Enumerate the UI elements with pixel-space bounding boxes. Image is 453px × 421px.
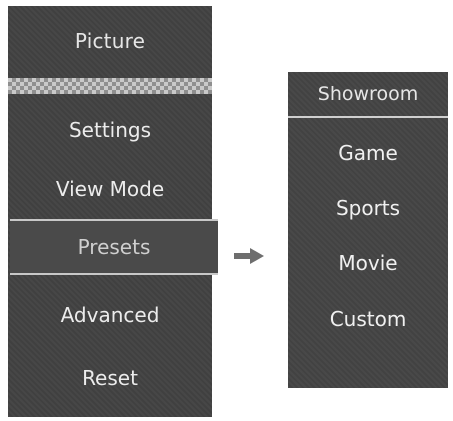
showroom-submenu-panel: Showroom Game Sports Movie Custom (288, 72, 448, 388)
submenu-item-custom[interactable]: Custom (288, 294, 448, 344)
submenu-item-game[interactable]: Game (288, 128, 448, 178)
menu-item-advanced[interactable]: Advanced (8, 287, 212, 343)
menu-item-presets[interactable]: Presets (10, 219, 218, 275)
menu-item-settings[interactable]: Settings (8, 102, 212, 158)
picture-menu-panel: Picture Settings View Mode Presets Advan… (8, 6, 218, 417)
submenu-item-movie[interactable]: Movie (288, 238, 448, 288)
checkered-divider (8, 78, 212, 94)
submenu-item-sports[interactable]: Sports (288, 183, 448, 233)
screen: Picture Settings View Mode Presets Advan… (0, 0, 453, 421)
menu-item-reset[interactable]: Reset (8, 350, 212, 406)
picture-menu-title: Picture (74, 29, 146, 53)
menu-item-view-mode[interactable]: View Mode (8, 161, 212, 217)
submenu-title: Showroom (288, 72, 448, 118)
arrow-right-icon (234, 248, 264, 264)
